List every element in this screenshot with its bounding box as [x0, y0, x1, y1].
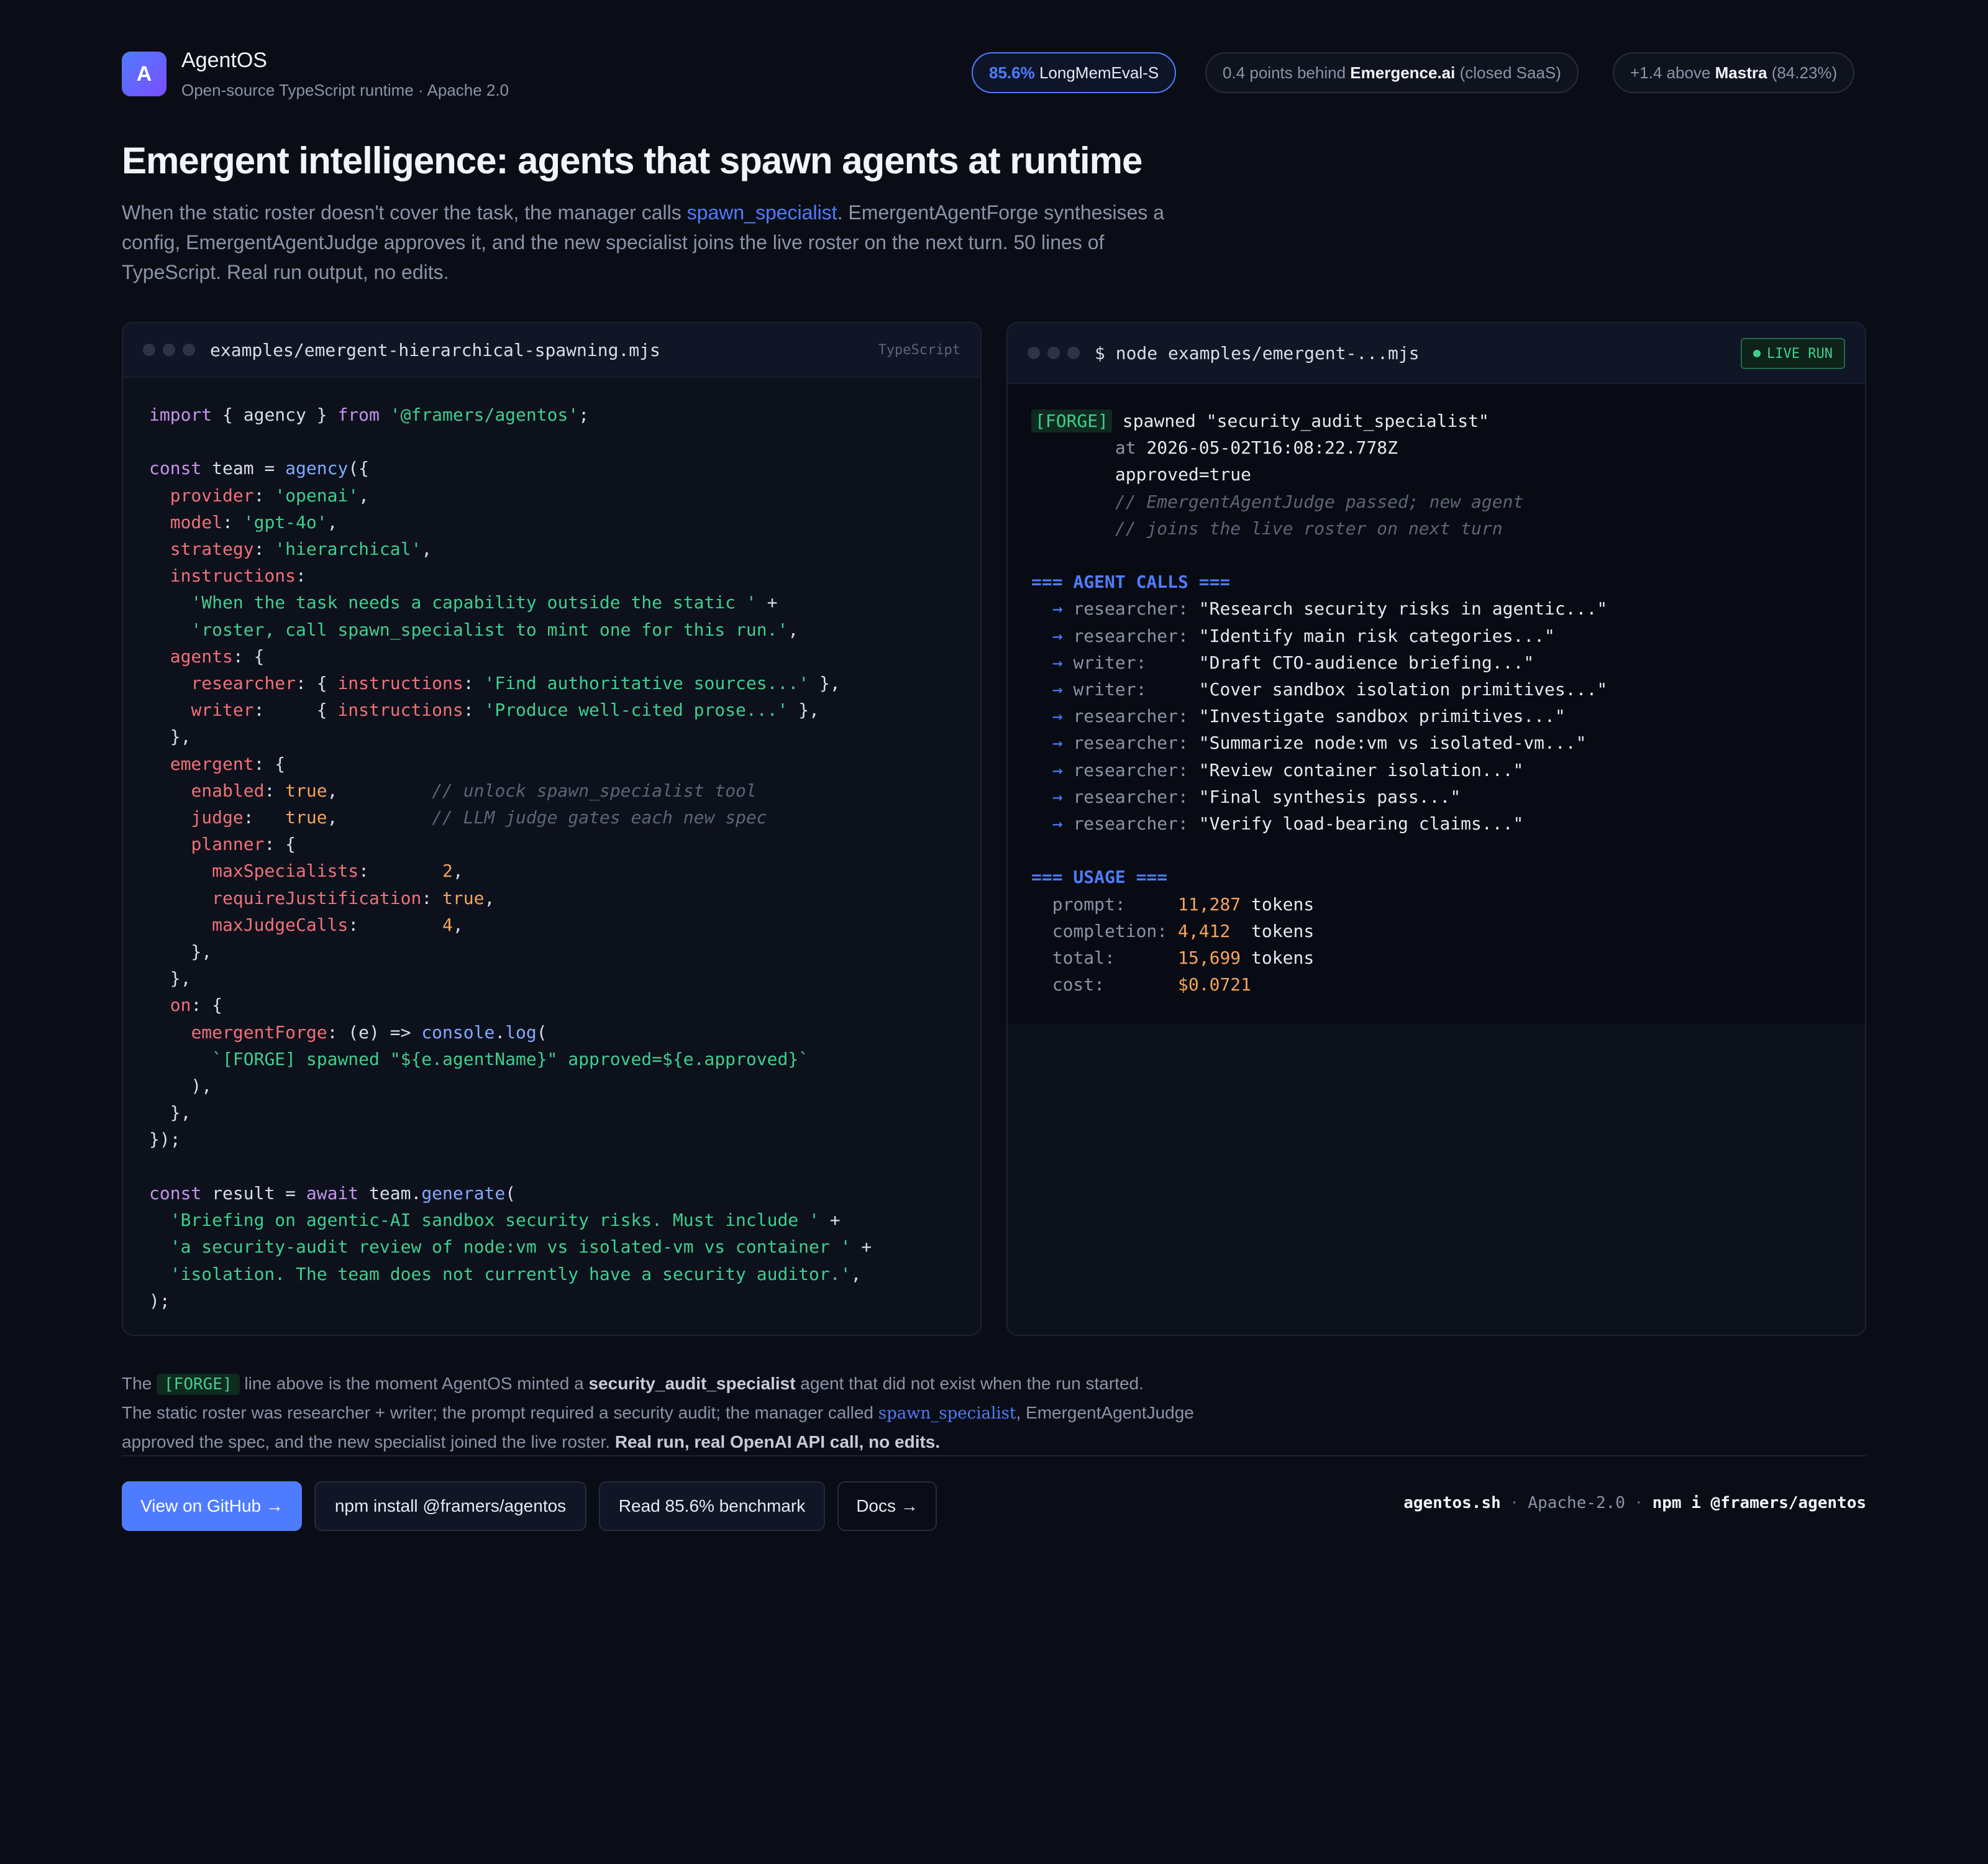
github-button[interactable]: View on GitHub →	[122, 1481, 302, 1531]
arrow-icon: →	[1052, 652, 1063, 673]
behind-name: Emergence.ai	[1350, 63, 1456, 82]
usage-total-label: total:	[1052, 948, 1168, 969]
benchmark-button[interactable]: Read 85.6% benchmark	[599, 1481, 825, 1531]
divider	[122, 1455, 1866, 1456]
terminal-command: $ node examples/emergent-...mjs	[1095, 342, 1420, 363]
agent-call: → researcher: "Investigate sandbox primi…	[1052, 706, 1566, 727]
usage-header: === USAGE ===	[1031, 867, 1168, 888]
agent-call: → researcher: "Identify main risk catego…	[1052, 625, 1555, 646]
above-prefix: +1.4 above	[1630, 63, 1711, 82]
footer-site[interactable]: agentos.sh	[1403, 1494, 1501, 1512]
arrow-icon: →	[1052, 759, 1063, 780]
brand-name: AgentOS	[181, 48, 267, 72]
usage-unit: tokens	[1251, 920, 1315, 941]
usage-completion-label: completion:	[1052, 920, 1168, 941]
usage-cost-value: $0.0721	[1178, 974, 1252, 995]
lede-before: When the static roster doesn't cover the…	[122, 201, 687, 224]
arrow-icon: →	[1052, 786, 1063, 807]
forge-comment-2: // joins the live roster on next turn	[1115, 518, 1503, 539]
footer-install: npm i @framers/agentos	[1652, 1494, 1866, 1512]
usage-cost-label: cost:	[1052, 974, 1168, 995]
agent-call: → researcher: "Review container isolatio…	[1052, 759, 1524, 780]
forge-timestamp: 2026-05-02T16:08:22.778Z	[1146, 437, 1398, 459]
npm-install-button[interactable]: npm install @framers/agentos	[314, 1481, 586, 1531]
arrow-icon: →	[1052, 733, 1063, 754]
forge-approved: approved=true	[1115, 464, 1252, 485]
behind-suffix: (closed SaaS)	[1459, 63, 1561, 82]
footer-license: Apache-2.0	[1528, 1494, 1625, 1512]
code-panel: examples/emergent-hierarchical-spawning.…	[122, 322, 982, 1336]
agent-call: → writer: "Draft CTO-audience briefing..…	[1052, 652, 1534, 673]
arrow-icon: →	[1052, 625, 1063, 646]
agentos-logo: A	[122, 52, 166, 96]
page-title: Emergent intelligence: agents that spawn…	[122, 140, 1142, 181]
usage-unit: tokens	[1251, 893, 1315, 915]
agent-call: → researcher: "Verify load-bearing claim…	[1052, 813, 1524, 834]
window-dots	[143, 344, 195, 356]
terminal-output[interactable]: [FORGE] spawned "security_audit_speciali…	[1008, 384, 1865, 1024]
agent-call: → writer: "Cover sandbox isolation primi…	[1052, 679, 1608, 700]
brand-subtitle: Open-source TypeScript runtime · Apache …	[181, 81, 509, 99]
code-block[interactable]: import { agency } from '@framers/agentos…	[123, 378, 980, 1335]
spawn-specialist-link[interactable]: spawn_specialist	[687, 201, 837, 224]
forge-explanation: The [FORGE] line above is the moment Age…	[122, 1374, 1194, 1451]
usage-total-value: 15,699	[1178, 948, 1241, 969]
score-badge: 85.6% LongMemEval-S	[972, 52, 1177, 93]
agent-call: → researcher: "Research security risks i…	[1052, 598, 1608, 619]
at-label: at	[1115, 437, 1136, 459]
arrow-icon: →	[1052, 598, 1063, 619]
agent-call: → researcher: "Summarize node:vm vs isol…	[1052, 733, 1587, 754]
docs-button[interactable]: Docs →	[837, 1481, 937, 1531]
agent-calls-header: === AGENT CALLS ===	[1031, 572, 1231, 593]
forge-inline-tag: [FORGE]	[157, 1374, 240, 1395]
arrow-icon: →	[1052, 813, 1063, 834]
live-run-badge: LIVE RUN	[1741, 338, 1845, 369]
above-name: Mastra	[1715, 63, 1767, 82]
real-run-claim: Real run, real OpenAI API call, no edits…	[614, 1432, 941, 1451]
usage-prompt-value: 11,287	[1178, 893, 1241, 915]
usage-unit: tokens	[1251, 948, 1315, 969]
score-label: LongMemEval-S	[1039, 63, 1159, 82]
code-filename: examples/emergent-hierarchical-spawning.…	[210, 339, 660, 360]
specialist-name: security_audit_specialist	[588, 1374, 796, 1393]
above-badge: +1.4 above Mastra (84.23%)	[1613, 52, 1855, 93]
hero-lede: When the static roster doesn't cover the…	[122, 198, 1203, 287]
behind-prefix: 0.4 points behind	[1223, 63, 1346, 82]
code-language: TypeScript	[878, 342, 960, 358]
terminal-panel: $ node examples/emergent-...mjs LIVE RUN…	[1006, 322, 1866, 1336]
arrow-icon: →	[1052, 706, 1063, 727]
score-value: 85.6%	[989, 63, 1035, 82]
above-suffix: (84.23%)	[1771, 63, 1838, 82]
footer-meta: agentos.sh · Apache-2.0 · npm i @framers/age…	[1403, 1494, 1866, 1512]
live-dot-icon	[1753, 350, 1761, 357]
behind-badge: 0.4 points behind Emergence.ai (closed S…	[1205, 52, 1579, 93]
spawn-specialist-inline: spawn_specialist	[878, 1404, 1016, 1423]
forge-tag: [FORGE]	[1031, 409, 1113, 432]
terminal-header: $ node examples/emergent-...mjs LIVE RUN	[1008, 323, 1865, 384]
forge-text: spawned "security_audit_specialist"	[1112, 411, 1489, 431]
agent-call: → researcher: "Final synthesis pass..."	[1052, 786, 1461, 807]
window-dots	[1028, 347, 1080, 359]
usage-completion-value: 4,412	[1178, 920, 1241, 941]
arrow-icon: →	[1052, 679, 1063, 700]
forge-comment-1: // EmergentAgentJudge passed; new agent	[1115, 491, 1524, 512]
code-panel-header: examples/emergent-hierarchical-spawning.…	[123, 323, 980, 378]
usage-prompt-label: prompt:	[1052, 893, 1168, 915]
